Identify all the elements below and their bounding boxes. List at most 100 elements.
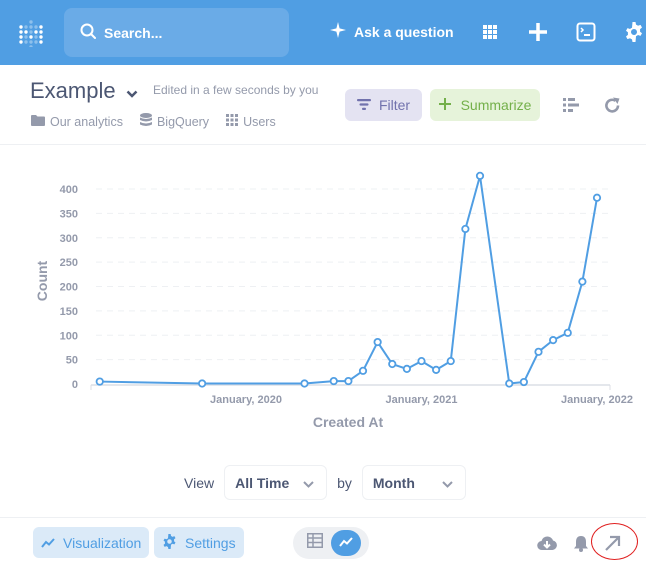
query-footer: Visualization Settings [0, 517, 646, 566]
chevron-down-icon [116, 78, 138, 104]
search-input[interactable]: Search... [64, 8, 289, 57]
chevron-down-icon [442, 475, 453, 491]
visualization-label: Visualization [63, 534, 142, 551]
data-point [373, 337, 382, 347]
y-tick-label: 0 [72, 379, 78, 391]
plus-icon [438, 97, 461, 113]
last-edited-text[interactable]: Edited in a few seconds by you [153, 83, 318, 97]
filter-button[interactable]: Filter [345, 89, 422, 121]
question-title[interactable]: Example [30, 78, 138, 104]
x-tick-label: January, 2022 [561, 394, 633, 406]
breadcrumb-collection[interactable]: Our analytics [31, 114, 123, 129]
breadcrumb-database[interactable]: BigQuery [139, 113, 210, 130]
data-point [417, 356, 426, 366]
by-label: by [337, 474, 352, 491]
line-chart: 0 50 100 150 200 250 300 350 400 January, 2020 Ja… [0, 146, 646, 446]
refresh-icon[interactable] [603, 96, 621, 114]
notebook-icon[interactable] [562, 96, 580, 114]
x-axis: January, 2020 January, 2021 January, 2022 [90, 384, 633, 406]
gear-icon[interactable] [623, 21, 645, 43]
bell-icon[interactable] [571, 533, 591, 553]
data-point [519, 377, 528, 387]
time-controls: View All Time by Month [184, 465, 476, 500]
y-tick-label: 400 [60, 184, 78, 196]
database-icon [139, 113, 157, 130]
data-point [549, 336, 558, 345]
search-placeholder: Search... [104, 24, 163, 41]
filter-icon [356, 97, 379, 113]
view-period-value: All Time [235, 474, 290, 491]
ask-question-label: Ask a question [354, 23, 454, 40]
y-axis-ticks: 0 50 100 150 200 250 300 350 400 [60, 184, 78, 391]
metabase-logo-icon[interactable] [18, 19, 44, 49]
x-tick-label: January, 2021 [386, 394, 458, 406]
line-chart-icon [339, 534, 353, 552]
y-tick-label: 50 [66, 355, 78, 367]
chart-series [99, 174, 598, 385]
summarize-button[interactable]: Summarize [430, 89, 540, 121]
chart-view-toggle[interactable] [331, 530, 361, 556]
y-tick-label: 100 [60, 330, 78, 342]
folder-icon [31, 114, 50, 129]
sparkle-icon [330, 22, 354, 41]
table-icon [226, 114, 243, 129]
data-point [505, 379, 514, 388]
table-icon [307, 533, 323, 553]
chart-points [95, 171, 602, 388]
chart-gridlines [96, 188, 610, 361]
y-tick-label: 300 [60, 233, 78, 245]
settings-button[interactable]: Settings [154, 527, 244, 558]
breadcrumb-table-label: Users [243, 114, 276, 129]
filter-label: Filter [378, 97, 411, 113]
question-title-text: Example [30, 78, 116, 103]
series-line [99, 174, 598, 385]
display-toggle [293, 527, 369, 559]
data-point [592, 193, 602, 202]
y-tick-label: 200 [60, 282, 78, 294]
breadcrumb-collection-label: Our analytics [50, 114, 123, 129]
gear-icon [162, 533, 185, 552]
visualization-button[interactable]: Visualization [33, 527, 150, 558]
x-tick-label: January, 2020 [210, 394, 282, 406]
granularity-value: Month [372, 474, 415, 491]
data-point [358, 366, 368, 375]
top-nav-bar: Search... Ask a question [0, 0, 646, 65]
x-axis-label: Created At [313, 414, 384, 430]
view-period-select[interactable]: All Time [224, 465, 328, 500]
expand-arrow-icon[interactable] [603, 533, 623, 553]
line-chart-icon [41, 535, 63, 551]
plus-icon[interactable] [527, 21, 549, 43]
data-point [95, 377, 104, 386]
y-tick-label: 350 [60, 208, 78, 220]
search-icon [80, 23, 104, 42]
data-point [329, 376, 338, 386]
data-point [461, 224, 470, 234]
data-point [402, 364, 411, 373]
summarize-label: Summarize [460, 97, 532, 113]
data-point [344, 376, 353, 386]
download-icon[interactable] [537, 533, 557, 553]
data-point [388, 359, 397, 369]
ask-question-button[interactable]: Ask a question [330, 22, 454, 41]
data-point [534, 347, 543, 356]
grid-icon[interactable] [479, 21, 501, 43]
chevron-down-icon [303, 475, 314, 491]
terminal-icon[interactable] [575, 21, 597, 43]
granularity-select[interactable]: Month [361, 465, 466, 500]
y-axis-label: Count [34, 260, 50, 301]
data-point [563, 328, 572, 337]
data-point [578, 277, 587, 286]
data-point [432, 365, 441, 374]
data-point [475, 171, 485, 180]
view-label: View [184, 474, 215, 491]
line-chart-svg: 050100150200250300350400 January, 2020 Ja… [34, 171, 633, 430]
data-point [446, 356, 455, 366]
y-tick-label: 150 [60, 306, 78, 318]
table-view-toggle[interactable] [301, 531, 329, 555]
settings-label: Settings [185, 534, 236, 551]
breadcrumb: Our analytics BigQuery Users [31, 113, 293, 130]
breadcrumb-table[interactable]: Users [226, 114, 276, 129]
y-tick-label: 250 [60, 257, 78, 269]
data-point [300, 379, 309, 388]
breadcrumb-database-label: BigQuery [156, 114, 210, 129]
